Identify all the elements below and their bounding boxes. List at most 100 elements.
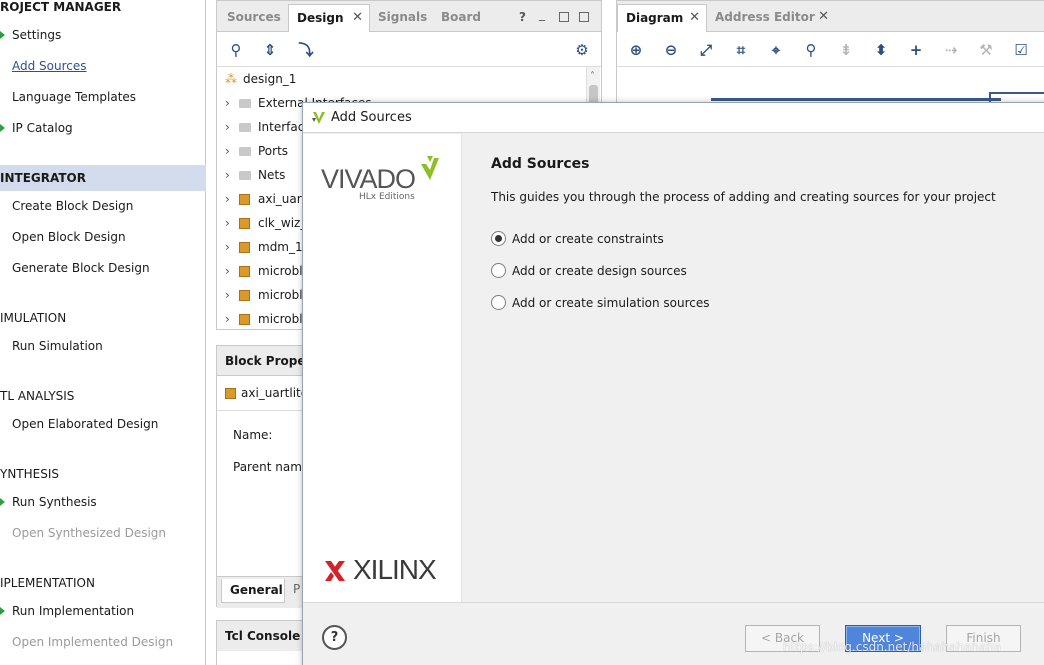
chevron-right-icon[interactable]: › bbox=[225, 259, 239, 283]
folder-icon bbox=[239, 99, 251, 108]
tab-general[interactable]: General bbox=[221, 579, 285, 603]
tree-item[interactable]: › microbl bbox=[225, 307, 303, 331]
xilinx-logo: XILINX bbox=[353, 554, 437, 585]
section-synthesis[interactable]: YNTHESIS bbox=[0, 467, 59, 481]
section-project-manager[interactable]: ROJECT MANAGER bbox=[0, 0, 121, 14]
expand-all-icon[interactable]: ⤵ bbox=[297, 41, 315, 59]
nav-open-synthesized-design[interactable]: Open Synthesized Design bbox=[12, 526, 166, 540]
tree-item[interactable]: › clk_wiz_ bbox=[225, 211, 306, 235]
close-icon[interactable]: ✕ bbox=[689, 5, 700, 31]
tree-item[interactable]: › Nets bbox=[225, 163, 285, 187]
tab-properties[interactable]: P bbox=[293, 582, 300, 596]
chevron-right-icon[interactable]: › bbox=[225, 211, 239, 235]
radio-label: Add or create simulation sources bbox=[512, 296, 710, 310]
search-icon[interactable]: ⚲ bbox=[227, 41, 245, 59]
collapse-all-icon[interactable]: ⇕ bbox=[261, 41, 279, 59]
ip-block-icon bbox=[239, 314, 250, 325]
tree-root-label: design_1 bbox=[243, 72, 297, 86]
tree-root[interactable]: ⁂ design_1 bbox=[225, 67, 296, 91]
folder-icon bbox=[239, 123, 251, 132]
chevron-right-icon[interactable]: › bbox=[225, 139, 239, 163]
ip-block-icon bbox=[239, 218, 250, 229]
ip-block-icon bbox=[239, 242, 250, 253]
nav-language-templates[interactable]: Language Templates bbox=[12, 90, 136, 104]
chevron-right-icon[interactable]: › bbox=[225, 307, 239, 331]
section-implementation[interactable]: IPLEMENTATION bbox=[0, 576, 95, 590]
chevron-right-icon[interactable]: › bbox=[225, 115, 239, 139]
section-ip-integrator-label: INTEGRATOR bbox=[0, 171, 86, 185]
tab-board[interactable]: Board bbox=[433, 4, 493, 32]
nav-run-simulation[interactable]: Run Simulation bbox=[12, 339, 103, 353]
help-button[interactable]: ? bbox=[322, 625, 347, 650]
help-icon[interactable]: ? bbox=[519, 10, 526, 24]
dialog-title: Add Sources bbox=[331, 110, 412, 125]
chevron-right-icon[interactable]: › bbox=[225, 91, 239, 115]
dialog-sidebar: VIVADO HLx Editions XILINX bbox=[303, 134, 462, 602]
close-icon[interactable]: ✕ bbox=[352, 5, 363, 31]
tree-item[interactable]: › Ports bbox=[225, 139, 288, 163]
radio-add-design-sources[interactable]: Add or create design sources bbox=[491, 262, 687, 280]
tab-sources[interactable]: Sources bbox=[219, 4, 287, 32]
radio-button-selected[interactable] bbox=[491, 231, 506, 246]
tab-diagram[interactable]: Diagram ✕ bbox=[617, 4, 707, 32]
tab-design[interactable]: Design ✕ bbox=[288, 4, 370, 32]
radio-button[interactable] bbox=[491, 295, 506, 310]
tab-design-label: Design bbox=[297, 11, 344, 25]
add-ip-icon[interactable]: + bbox=[907, 41, 925, 59]
tree-item[interactable]: › axi_uar bbox=[225, 187, 302, 211]
zoom-out-icon[interactable]: ⊖ bbox=[662, 41, 680, 59]
nav-create-block-design[interactable]: Create Block Design bbox=[12, 199, 133, 213]
radio-button[interactable] bbox=[491, 263, 506, 278]
collapse-icon[interactable]: ⇟ bbox=[837, 41, 855, 59]
diagram-block-edge bbox=[711, 98, 1001, 101]
nav-open-elaborated-design[interactable]: Open Elaborated Design bbox=[12, 417, 158, 431]
section-simulation[interactable]: IMULATION bbox=[0, 311, 66, 325]
gear-icon[interactable]: ⚙ bbox=[573, 41, 591, 59]
wrench-icon[interactable]: ⚒ bbox=[977, 41, 995, 59]
validate-icon[interactable]: ☑ bbox=[1012, 41, 1030, 59]
maximize-icon[interactable] bbox=[559, 12, 569, 22]
chevron-right-icon[interactable]: › bbox=[225, 187, 239, 211]
add-sources-dialog: Add Sources VIVADO HLx Editions XILINX A… bbox=[302, 102, 1044, 665]
tree-item-label: Interfac bbox=[258, 120, 305, 134]
nav-add-sources[interactable]: Add Sources bbox=[12, 59, 87, 73]
zoom-fit-icon[interactable]: ⤢ bbox=[697, 41, 715, 59]
connect-icon[interactable]: ⇢ bbox=[942, 41, 960, 59]
chevron-right-icon[interactable]: › bbox=[225, 235, 239, 259]
tree-item[interactable]: › microbl bbox=[225, 259, 303, 283]
radio-add-constraints[interactable]: Add or create constraints bbox=[491, 230, 664, 248]
close-icon[interactable]: ✕ bbox=[818, 4, 829, 30]
tab-address-editor[interactable]: Address Editor ✕ bbox=[707, 4, 835, 32]
vivado-leaf-icon bbox=[421, 156, 439, 180]
dialog-footer: ? < Back Next > Finish https://blog.csdn… bbox=[303, 602, 1044, 665]
tree-item[interactable]: › Interfac bbox=[225, 115, 304, 139]
zoom-in-icon[interactable]: ⊕ bbox=[627, 41, 645, 59]
nav-open-block-design[interactable]: Open Block Design bbox=[12, 230, 126, 244]
chevron-right-icon[interactable]: › bbox=[225, 163, 239, 187]
tree-item[interactable]: › mdm_1 bbox=[225, 235, 303, 259]
parent-name-label: Parent name bbox=[233, 460, 310, 474]
expand-arrow-icon bbox=[0, 31, 5, 39]
zoom-area-icon[interactable]: ⌗ bbox=[732, 41, 750, 59]
minimize-icon[interactable]: _ bbox=[539, 7, 545, 21]
expand-icon[interactable]: ⬍ bbox=[872, 41, 890, 59]
nav-settings[interactable]: Settings bbox=[12, 28, 61, 42]
tab-address-editor-label: Address Editor bbox=[715, 10, 815, 24]
nav-run-synthesis[interactable]: Run Synthesis bbox=[12, 495, 97, 509]
nav-ip-catalog[interactable]: IP Catalog bbox=[12, 121, 73, 135]
tree-item[interactable]: › microbl bbox=[225, 283, 303, 307]
center-icon[interactable]: ⌖ bbox=[767, 41, 785, 59]
float-icon[interactable] bbox=[579, 12, 589, 22]
nav-generate-block-design[interactable]: Generate Block Design bbox=[12, 261, 150, 275]
radio-add-simulation-sources[interactable]: Add or create simulation sources bbox=[491, 294, 710, 312]
nav-open-implemented-design[interactable]: Open Implemented Design bbox=[12, 635, 173, 649]
tab-signals[interactable]: Signals bbox=[370, 4, 432, 32]
tcl-console-title: Tcl Console bbox=[225, 629, 301, 643]
scroll-up-icon[interactable]: ˄ bbox=[590, 71, 595, 82]
nav-run-implementation[interactable]: Run Implementation bbox=[12, 604, 134, 618]
tree-item-label: microbl bbox=[258, 264, 303, 278]
search-icon[interactable]: ⚲ bbox=[802, 41, 820, 59]
chevron-right-icon[interactable]: › bbox=[225, 283, 239, 307]
section-rtl-analysis[interactable]: TL ANALYSIS bbox=[0, 389, 74, 403]
section-ip-integrator[interactable]: INTEGRATOR bbox=[0, 165, 206, 191]
